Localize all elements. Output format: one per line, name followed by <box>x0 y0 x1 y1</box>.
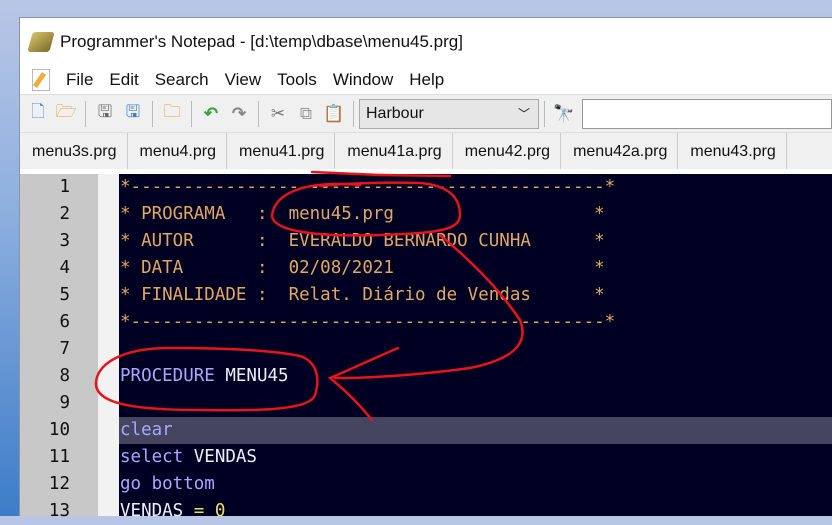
code-token: clear <box>120 420 173 440</box>
menu-file[interactable]: File <box>58 68 101 92</box>
redo-icon[interactable]: ↷ <box>225 100 253 128</box>
tab-bar: menu3s.prg menu4.prg menu41.prg menu41a.… <box>20 132 832 169</box>
line-number: 3 <box>59 231 70 251</box>
toolbar: 🗋 🗁 🖫 🖫 🗀 ↶ ↷ ✂ ⧉ 📋 Harbour ﹀ 🔭 <box>20 94 832 132</box>
code-token: 0 <box>214 501 226 521</box>
code-token: VENDAS <box>183 447 257 467</box>
line-number: 8 <box>59 366 70 386</box>
code-line[interactable]: *---------------------------------------… <box>119 309 832 336</box>
code-token: MENU45 <box>214 366 289 386</box>
menu-window[interactable]: Window <box>325 68 401 92</box>
code-token: go bottom <box>120 474 215 494</box>
code-line[interactable]: *---------------------------------------… <box>119 174 832 201</box>
separator <box>544 100 545 127</box>
menu-view[interactable]: View <box>217 68 270 92</box>
scheme-value: Harbour <box>366 104 424 122</box>
menu-search[interactable]: Search <box>147 68 217 92</box>
code-line[interactable]: clear <box>119 417 832 444</box>
paste-icon[interactable]: 📋 <box>320 100 348 128</box>
code-line[interactable]: * AUTOR : EVERALDO BERNARDO CUNHA * <box>119 228 832 255</box>
code-token: * AUTOR : EVERALDO BERNARDO CUNHA * <box>120 231 605 251</box>
line-number: 5 <box>59 285 70 305</box>
find-in-files-icon[interactable]: 🔭 <box>550 100 578 128</box>
line-number: 2 <box>59 204 70 224</box>
code-token: * FINALIDADE : Relat. Diário de Vendas * <box>120 285 605 305</box>
code-token: *---------------------------------------… <box>120 312 616 332</box>
code-line[interactable]: VENDAS = 0 <box>119 498 832 525</box>
code-line[interactable] <box>119 336 832 363</box>
undo-icon[interactable]: ↶ <box>197 100 225 128</box>
line-number: 11 <box>48 447 70 467</box>
code-editor[interactable]: 1 2 3 4 5 6 7 8 9 10 11 12 13 *---------------------… <box>20 174 832 521</box>
code-line[interactable]: * PROGRAMA : menu45.prg * <box>119 201 832 228</box>
separator <box>353 100 354 127</box>
line-number: 9 <box>59 393 70 413</box>
code-area[interactable]: *---------------------------------------… <box>119 174 832 525</box>
fold-margin <box>98 174 119 516</box>
separator <box>191 100 192 127</box>
tab-menu41a[interactable]: menu41a.prg <box>335 133 453 169</box>
line-number: 4 <box>59 258 70 278</box>
line-number: 12 <box>48 474 70 494</box>
code-line[interactable]: PROCEDURE MENU45 <box>119 363 832 390</box>
code-line[interactable]: * FINALIDADE : Relat. Diário de Vendas * <box>119 282 832 309</box>
chevron-down-icon: ﹀ <box>517 107 530 121</box>
code-token: = <box>183 501 215 521</box>
code-token: VENDAS <box>120 501 184 521</box>
menu-bar: File Edit Search View Tools Window Help <box>20 66 832 94</box>
tab-menu41[interactable]: menu41.prg <box>227 133 336 169</box>
find-input[interactable] <box>582 98 832 129</box>
title-bar: Programmer's Notepad - [d:\temp\dbase\me… <box>20 18 832 66</box>
line-number: 7 <box>59 339 70 359</box>
separator <box>152 100 153 127</box>
code-line[interactable]: * DATA : 02/08/2021 * <box>119 255 832 282</box>
code-token: *---------------------------------------… <box>120 177 616 197</box>
tab-menu3s[interactable]: menu3s.prg <box>20 133 128 169</box>
open-folder-icon[interactable]: 🗀 <box>158 100 186 128</box>
line-number-gutter: 1 2 3 4 5 6 7 8 9 10 11 12 13 <box>20 174 98 521</box>
code-token: * PROGRAMA : menu45.prg * <box>120 204 605 224</box>
new-file-icon[interactable]: 🗋 <box>24 100 52 128</box>
cut-icon[interactable]: ✂ <box>264 100 292 128</box>
line-number: 6 <box>59 312 70 332</box>
separator <box>258 100 259 127</box>
window-title: Programmer's Notepad - [d:\temp\dbase\me… <box>60 32 463 51</box>
document-icon <box>32 69 50 91</box>
tab-menu4[interactable]: menu4.prg <box>128 133 227 169</box>
copy-icon[interactable]: ⧉ <box>292 100 320 128</box>
line-number: 10 <box>48 420 70 440</box>
code-line[interactable]: go bottom <box>119 471 832 498</box>
save-icon[interactable]: 🖫 <box>91 100 119 128</box>
tab-menu43[interactable]: menu43.prg <box>678 133 787 169</box>
code-token: select <box>120 447 184 467</box>
menu-tools[interactable]: Tools <box>269 68 325 92</box>
menu-edit[interactable]: Edit <box>101 68 146 92</box>
tab-menu42a[interactable]: menu42a.prg <box>561 133 679 169</box>
separator <box>85 100 86 127</box>
line-number: 13 <box>48 501 70 521</box>
save-all-icon[interactable]: 🖫 <box>119 100 147 128</box>
menu-help[interactable]: Help <box>401 68 452 92</box>
code-token: PROCEDURE <box>120 366 215 386</box>
code-line[interactable] <box>119 390 832 417</box>
app-icon <box>27 32 55 52</box>
open-file-icon[interactable]: 🗁 <box>52 100 80 128</box>
app-window: Programmer's Notepad - [d:\temp\dbase\me… <box>19 17 832 521</box>
scheme-select[interactable]: Harbour ﹀ <box>359 98 539 129</box>
code-token: * DATA : 02/08/2021 * <box>120 258 605 278</box>
code-line[interactable]: select VENDAS <box>119 444 832 471</box>
tab-menu42[interactable]: menu42.prg <box>453 133 562 169</box>
line-number: 1 <box>59 177 70 197</box>
